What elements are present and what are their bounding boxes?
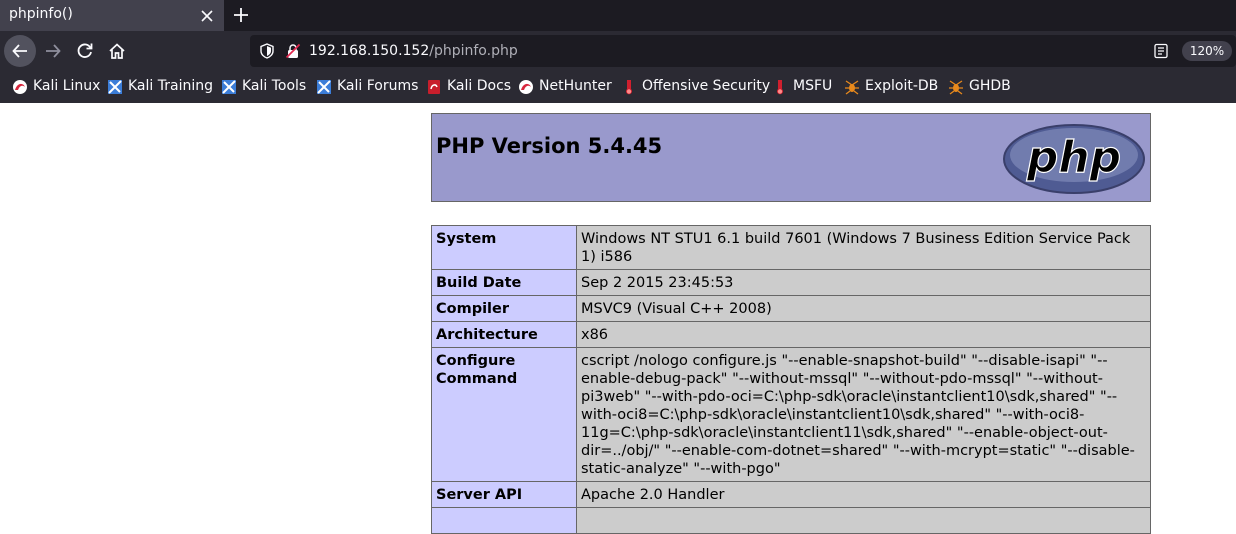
kali-flag-icon: [317, 80, 331, 94]
url-path: /phpinfo.php: [429, 43, 518, 59]
row-value: [576, 507, 1151, 534]
row-key: Configure Command: [431, 347, 577, 482]
php-version-title: PHP Version 5.4.45: [436, 134, 663, 158]
exploit-db-icon: [845, 80, 859, 95]
home-button[interactable]: [101, 35, 133, 67]
table-row: Configure Command cscript /nologo config…: [431, 347, 1151, 482]
kali-flag-icon: [222, 80, 236, 94]
row-value: x86: [576, 321, 1151, 348]
tab-phpinfo[interactable]: phpinfo(): [0, 0, 224, 31]
row-value: Sep 2 2015 23:45:53: [576, 269, 1151, 296]
bookmarks-toolbar: Kali Linux Kali Training Kali Tools Kali…: [0, 71, 1236, 103]
insecure-lock-icon[interactable]: [285, 43, 301, 59]
table-row: System Windows NT STU1 6.1 build 7601 (W…: [431, 225, 1151, 270]
row-value: cscript /nologo configure.js "--enable-s…: [576, 347, 1151, 482]
kali-flag-icon: [108, 80, 122, 94]
php-logo-icon[interactable]: php: [1002, 122, 1146, 194]
table-row: Server API Apache 2.0 Handler: [431, 481, 1151, 508]
back-button[interactable]: [4, 35, 36, 67]
url-host: 192.168.150.152: [309, 43, 430, 59]
tab-strip: phpinfo(): [0, 0, 1236, 31]
bookmark-label: GHDB: [969, 78, 1011, 94]
table-row: Build Date Sep 2 2015 23:45:53: [431, 269, 1151, 296]
address-bar[interactable]: 192.168.150.152/phpinfo.php 120%: [250, 35, 1236, 67]
php-logo-text: php: [1026, 132, 1121, 183]
bookmark-label: NetHunter: [539, 78, 612, 94]
bookmark-label: Offensive Security: [642, 78, 771, 94]
bookmark-label: Kali Docs: [447, 78, 512, 94]
bookmark-label: Kali Training: [128, 78, 213, 94]
arrow-right-icon: [46, 44, 61, 58]
tab-title: phpinfo(): [9, 6, 73, 22]
offsec-icon: [626, 80, 632, 95]
reload-button[interactable]: [69, 35, 101, 67]
tracking-shield-icon[interactable]: [259, 43, 275, 59]
row-key: Build Date: [431, 269, 577, 296]
kali-dragon-icon: [519, 80, 533, 94]
home-icon: [109, 43, 125, 59]
kali-docs-icon: [428, 80, 440, 94]
kali-dragon-icon: [13, 80, 27, 94]
php-info-table: System Windows NT STU1 6.1 build 7601 (W…: [431, 225, 1151, 534]
reader-view-icon[interactable]: [1153, 43, 1169, 59]
navigation-toolbar: 192.168.150.152/phpinfo.php 120%: [0, 31, 1236, 71]
row-value: MSVC9 (Visual C++ 2008): [576, 295, 1151, 322]
bookmark-label: Kali Tools: [242, 78, 307, 94]
row-key: Server API: [431, 481, 577, 508]
row-key: Architecture: [431, 321, 577, 348]
row-key: System: [431, 225, 577, 270]
row-value: Apache 2.0 Handler: [576, 481, 1151, 508]
row-key: [431, 507, 577, 534]
row-key: Compiler: [431, 295, 577, 322]
bookmark-label: Exploit-DB: [865, 78, 939, 94]
php-version-header: PHP Version 5.4.45 php: [431, 113, 1151, 202]
reload-icon: [77, 43, 93, 58]
table-row: Architecture x86: [431, 321, 1151, 348]
offsec-icon: [777, 80, 783, 95]
arrow-left-icon: [12, 44, 27, 58]
forward-button[interactable]: [37, 35, 69, 67]
bookmark-label: MSFU: [793, 78, 833, 94]
zoom-level-badge[interactable]: 120%: [1182, 41, 1232, 61]
table-row: Compiler MSVC9 (Visual C++ 2008): [431, 295, 1151, 322]
exploit-db-icon: [949, 80, 963, 95]
bookmark-label: Kali Forums: [337, 78, 419, 94]
row-value: Windows NT STU1 6.1 build 7601 (Windows …: [576, 225, 1151, 270]
close-tab-icon[interactable]: [199, 8, 215, 24]
url-text[interactable]: 192.168.150.152/phpinfo.php: [309, 43, 518, 59]
bookmark-label: Kali Linux: [33, 78, 101, 94]
table-row: [431, 507, 1151, 534]
new-tab-icon[interactable]: [231, 5, 251, 25]
